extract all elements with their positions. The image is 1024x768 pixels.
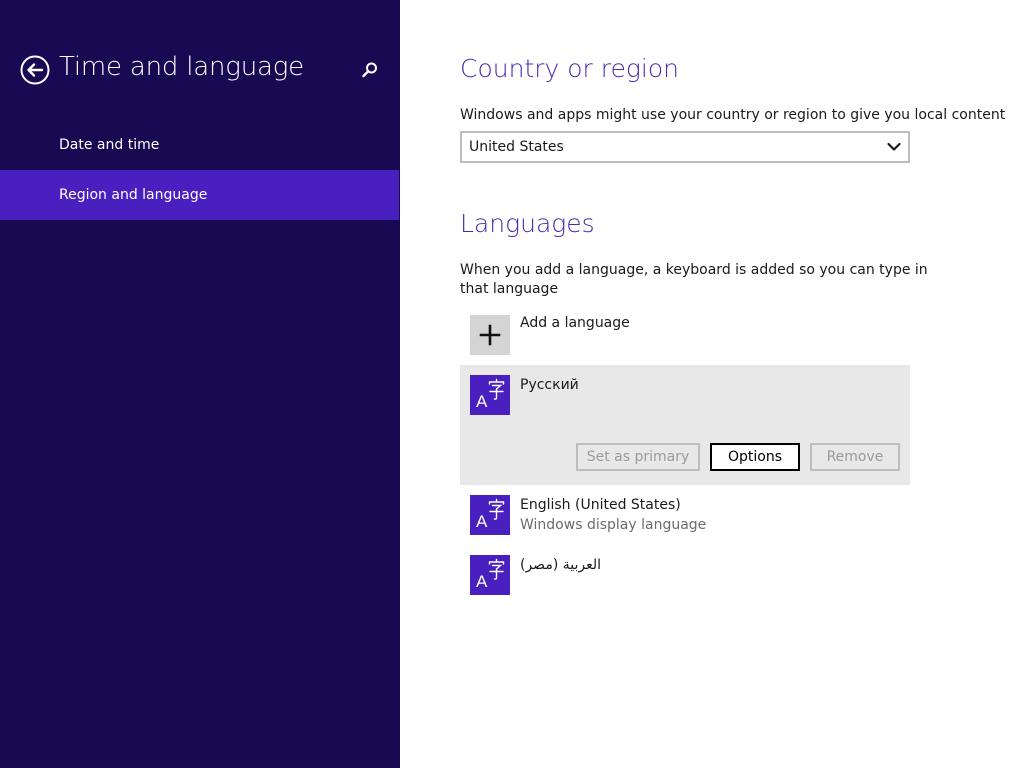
chevron-down-icon bbox=[887, 141, 901, 153]
language-icon: A bbox=[470, 495, 510, 535]
set-as-primary-button[interactable]: Set as primary bbox=[576, 443, 700, 471]
add-language-button[interactable]: Add a language bbox=[460, 306, 910, 362]
languages-heading: Languages bbox=[460, 209, 595, 238]
plus-icon bbox=[470, 315, 510, 355]
language-icon: A bbox=[470, 375, 510, 415]
nav-item-label: Date and time bbox=[59, 137, 160, 153]
back-button[interactable] bbox=[20, 55, 50, 85]
nav-item-region-and-language[interactable]: Region and language bbox=[0, 170, 399, 220]
language-item-arabic[interactable]: A العربية (مصر) bbox=[460, 545, 910, 605]
back-arrow-icon bbox=[20, 55, 50, 85]
options-button[interactable]: Options bbox=[710, 443, 800, 471]
language-name: English (United States) bbox=[520, 497, 681, 513]
nav-item-date-and-time[interactable]: Date and time bbox=[0, 120, 399, 170]
language-name: Русский bbox=[520, 377, 579, 393]
page-title: Time and language bbox=[59, 52, 304, 82]
language-item-english[interactable]: A English (United States) Windows displa… bbox=[460, 485, 910, 545]
svg-text:A: A bbox=[476, 392, 488, 411]
svg-text:A: A bbox=[476, 512, 488, 531]
navigation-pane: Time and language Date and time Region a… bbox=[0, 0, 400, 768]
country-select-value: United States bbox=[469, 139, 564, 155]
language-item-russian[interactable]: A Русский Set as primary Options Remove bbox=[460, 365, 910, 485]
remove-button[interactable]: Remove bbox=[810, 443, 900, 471]
language-subtitle: Windows display language bbox=[520, 517, 707, 533]
language-name: العربية (مصر) bbox=[520, 557, 601, 573]
country-select[interactable]: United States bbox=[460, 131, 910, 163]
languages-description: When you add a language, a keyboard is a… bbox=[460, 262, 928, 297]
add-language-label: Add a language bbox=[520, 315, 630, 331]
country-description: Windows and apps might use your country … bbox=[460, 107, 1006, 123]
svg-text:A: A bbox=[476, 572, 488, 591]
language-icon: A bbox=[470, 555, 510, 595]
nav-item-label: Region and language bbox=[59, 187, 208, 203]
search-icon bbox=[362, 62, 377, 78]
search-button[interactable] bbox=[360, 60, 380, 80]
country-heading: Country or region bbox=[460, 54, 679, 83]
